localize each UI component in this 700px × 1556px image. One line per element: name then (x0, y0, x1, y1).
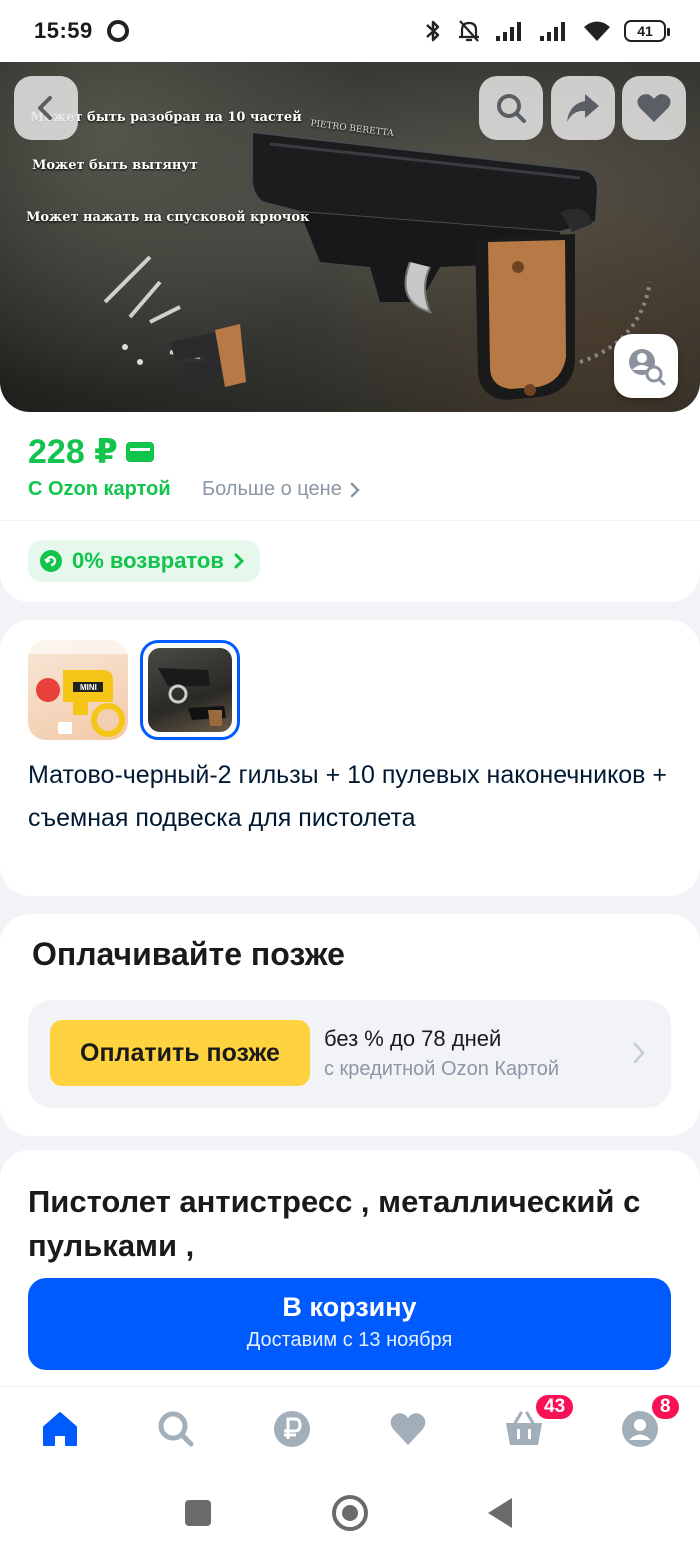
profile-badge: 8 (650, 1393, 681, 1421)
favorite-button[interactable] (622, 76, 686, 140)
ozon-card-icon (125, 442, 154, 462)
back-nav-button[interactable] (488, 1498, 512, 1528)
more-about-price-label: Больше о цене (202, 478, 342, 500)
signal-icon-2 (540, 22, 565, 41)
divider (0, 520, 700, 521)
image-search-icon (629, 349, 666, 386)
returns-label: 0% возвратов (72, 548, 224, 573)
with-ozon-card-label: С Ozon картой (28, 478, 171, 500)
tab-home[interactable] (38, 1407, 82, 1451)
price: 228 ₽ (28, 432, 154, 472)
status-icons: 41 (422, 18, 670, 44)
ruble-icon (274, 1411, 310, 1447)
image-search-button[interactable] (614, 334, 678, 398)
share-arrow-icon (567, 94, 599, 122)
system-navigation-bar (0, 1476, 700, 1556)
heart-icon (637, 94, 671, 122)
variant-card: MINI Матово-черный-2 гильзы + 10 пулевых… (0, 620, 700, 896)
product-title: Пистолет антистресс , металлический с пу… (28, 1184, 641, 1263)
variant-thumb-yellow[interactable]: MINI (28, 640, 128, 740)
pay-later-card: Оплачивайте позже Оплатить позже без % д… (0, 914, 700, 1136)
more-about-price-link[interactable]: Больше о цене (202, 478, 360, 501)
status-time: 15:59 (34, 18, 93, 43)
variant-thumb-black-selected[interactable] (140, 640, 240, 740)
tab-catalog-search[interactable] (154, 1407, 198, 1451)
pay-later-offer[interactable]: Оплатить позже без % до 78 дней с кредит… (28, 1000, 671, 1108)
wifi-icon (584, 21, 610, 41)
return-icon (40, 550, 62, 572)
add-to-cart-button[interactable]: В корзину Доставим с 13 ноября (28, 1278, 671, 1370)
chevron-right-icon (633, 1042, 645, 1064)
search-button[interactable] (479, 76, 543, 140)
cart-badge: 43 (534, 1393, 576, 1421)
delivery-date: Доставим с 13 ноября (246, 1329, 453, 1351)
search-icon (497, 94, 526, 123)
bell-muted-icon (459, 20, 479, 42)
bottom-tab-bar: 43 8 (0, 1386, 700, 1476)
recents-button[interactable] (185, 1500, 211, 1526)
price-card: 228 ₽ С Ozon картой Больше о цене 0% воз… (0, 412, 700, 602)
signal-icon-1 (496, 22, 521, 41)
notification-ring-icon (106, 20, 129, 42)
hero-caption-2: Может быть вытянут (32, 158, 198, 173)
black-pistol-image (148, 648, 232, 732)
price-value: 228 ₽ (28, 433, 118, 471)
pay-later-button[interactable]: Оплатить позже (50, 1020, 310, 1086)
chevron-right-icon (350, 482, 360, 497)
hero-caption-3: Может нажать на спусковой крючок (26, 210, 310, 225)
yellow-toy-image (28, 640, 128, 737)
chevron-right-icon (234, 553, 244, 569)
home-icon (43, 1412, 77, 1446)
pay-later-terms: без % до 78 дней (324, 1026, 502, 1051)
add-to-cart-label: В корзину (282, 1292, 417, 1322)
chevron-left-icon (38, 96, 52, 120)
pay-later-card-note: с кредитной Ozon Картой (324, 1058, 560, 1080)
variant-description: Матово-черный-2 гильзы + 10 пулевых нако… (28, 761, 668, 832)
tab-finance[interactable] (270, 1407, 314, 1451)
heart-icon (390, 1413, 426, 1445)
share-button[interactable] (551, 76, 615, 140)
back-button[interactable] (14, 76, 78, 140)
pay-later-title: Оплачивайте позже (32, 936, 345, 972)
home-button[interactable] (332, 1495, 368, 1531)
status-bar: 15:59 41 (0, 0, 700, 62)
battery-icon: 41 (624, 20, 670, 42)
search-icon (158, 1411, 194, 1447)
tab-favorites[interactable] (386, 1407, 430, 1451)
returns-badge[interactable]: 0% возвратов (28, 540, 260, 582)
product-image-area: Может быть разобран на 10 частей Может б… (0, 62, 700, 412)
variant-thumb-label: MINI (80, 683, 97, 692)
bluetooth-icon (426, 20, 440, 42)
